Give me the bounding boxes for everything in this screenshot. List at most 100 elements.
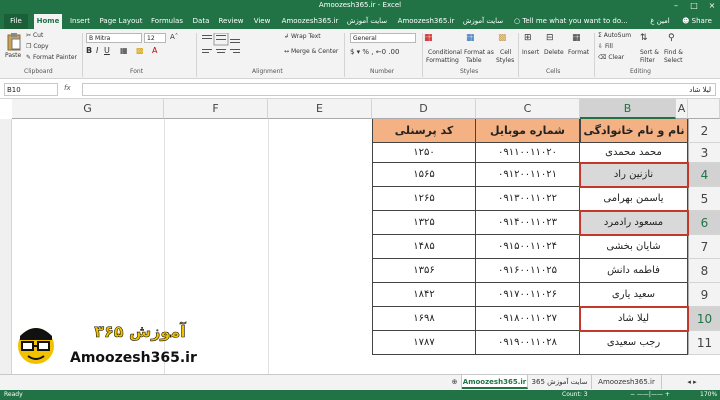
col-header-g[interactable]: G: [12, 99, 164, 119]
table-cell[interactable]: محمد محمدی: [580, 143, 688, 163]
borders-icon[interactable]: ▦: [120, 46, 128, 55]
cond-format-label-2[interactable]: Formatting: [426, 57, 459, 64]
table-cell[interactable]: رجب سعیدی: [580, 331, 688, 355]
table-cell[interactable]: یاسمن بهرامی: [580, 187, 688, 211]
cond-format-label-1[interactable]: Conditional: [428, 49, 462, 56]
tab-page-layout[interactable]: Page Layout: [98, 14, 144, 29]
table-cell[interactable]: ۱۷۸۷: [372, 331, 476, 355]
tab-formulas[interactable]: Formulas: [148, 14, 186, 29]
table-cell[interactable]: ۱۳۲۵: [372, 211, 476, 235]
wrap-text-button[interactable]: ↲ Wrap Text: [284, 33, 321, 40]
select-all-corner[interactable]: [688, 99, 720, 119]
tab-amoozesh-3[interactable]: Amoozesh365.ir: [396, 14, 456, 29]
table-cell[interactable]: ۱۲۵۰: [372, 143, 476, 163]
find-label-2[interactable]: Select: [664, 57, 683, 64]
format-cells-button[interactable]: Format: [568, 49, 589, 56]
tab-amoozesh-2[interactable]: سایت آموزش 365: [342, 14, 392, 40]
tab-amoozesh-4[interactable]: سایت آموزش 365: [458, 14, 508, 40]
col-header-e[interactable]: E: [268, 99, 372, 119]
maximize-icon[interactable]: □: [686, 0, 702, 12]
table-cell[interactable]: ۰۹۱۳۰۰۱۱۰۲۲: [476, 187, 580, 211]
row-header-8[interactable]: 8: [688, 259, 720, 283]
table-cell[interactable]: ۱۲۶۵: [372, 187, 476, 211]
clear-button[interactable]: ⌫ Clear: [598, 54, 624, 61]
tab-review[interactable]: Review: [216, 14, 246, 29]
cut-button[interactable]: ✂ Cut: [26, 32, 43, 39]
sheet-tab-2[interactable]: سایت آموزش 365: [528, 375, 592, 389]
table-cell[interactable]: ۰۹۱۶۰۰۱۱۰۲۵: [476, 259, 580, 283]
table-cell[interactable]: ۰۹۱۱۰۰۱۱۰۲۰: [476, 143, 580, 163]
formula-input[interactable]: لیلا شاد: [82, 83, 716, 96]
fill-button[interactable]: ⇩ Fill: [598, 43, 613, 50]
italic-icon[interactable]: I: [96, 46, 98, 55]
sheet-tab-3[interactable]: Amoozesh365.ir: [592, 375, 662, 389]
delete-cells-button[interactable]: Delete: [544, 49, 564, 56]
row-header-3[interactable]: 3: [688, 143, 720, 163]
tab-insert[interactable]: Insert: [66, 14, 94, 29]
table-cell[interactable]: ۱۴۸۵: [372, 235, 476, 259]
zoom-level[interactable]: 170%: [700, 391, 717, 398]
delete-cells-icon[interactable]: ⊟: [546, 33, 554, 43]
tab-view[interactable]: View: [250, 14, 274, 29]
insert-cells-button[interactable]: Insert: [522, 49, 539, 56]
left-scrollbar[interactable]: [0, 119, 12, 374]
row-header-2[interactable]: 2: [688, 119, 720, 143]
cell-styles-label-2[interactable]: Styles: [496, 57, 514, 64]
table-cell[interactable]: ۰۹۱۵۰۰۱۱۰۲۴: [476, 235, 580, 259]
col-header-a[interactable]: A: [676, 99, 688, 119]
table-cell[interactable]: فاطمه دانش: [580, 259, 688, 283]
fill-color-icon[interactable]: ▩: [136, 46, 144, 55]
row-header-9[interactable]: 9: [688, 283, 720, 307]
format-table-icon[interactable]: ▦: [466, 33, 475, 43]
zoom-slider[interactable]: − ——|—— +: [630, 391, 670, 398]
tab-home[interactable]: Home: [34, 14, 62, 29]
number-format-icons[interactable]: $ ▾ % , ←0 .00: [350, 48, 399, 56]
fx-icon[interactable]: fx: [64, 84, 71, 92]
table-cell[interactable]: ۰۹۱۴۰۰۱۱۰۲۳: [476, 211, 580, 235]
table-cell[interactable]: ۱۵۶۵: [372, 163, 476, 187]
col-header-c[interactable]: C: [476, 99, 580, 119]
sheet-nav-arrows[interactable]: ◂ ▸: [670, 375, 714, 389]
merge-center-button[interactable]: ↔ Merge & Center: [284, 48, 338, 55]
close-icon[interactable]: ×: [704, 0, 720, 12]
tab-data[interactable]: Data: [190, 14, 212, 29]
autosum-button[interactable]: Σ AutoSum: [598, 32, 631, 39]
font-name-select[interactable]: B Mitra: [86, 33, 142, 43]
row-header-6[interactable]: 6: [688, 211, 720, 235]
table-cell[interactable]: ۰۹۱۸۰۰۱۱۰۲۷: [476, 307, 580, 331]
row-header-11[interactable]: 11: [688, 331, 720, 355]
name-box[interactable]: B10: [4, 83, 58, 96]
col-header-d[interactable]: D: [372, 99, 476, 119]
sort-label-2[interactable]: Filter: [640, 57, 655, 64]
table-cell[interactable]: ۰۹۱۷۰۰۱۱۰۲۶: [476, 283, 580, 307]
minimize-icon[interactable]: –: [668, 0, 684, 12]
font-size-select[interactable]: 12: [144, 33, 166, 43]
row-header-7[interactable]: 7: [688, 235, 720, 259]
row-header-4[interactable]: 4: [688, 163, 720, 187]
insert-cells-icon[interactable]: ⊞: [524, 33, 532, 43]
table-cell[interactable]: ۱۸۴۲: [372, 283, 476, 307]
format-table-label-2[interactable]: Table: [466, 57, 482, 64]
paste-icon[interactable]: [6, 33, 22, 51]
grow-font-icon[interactable]: Aˆ: [170, 33, 178, 41]
tell-me-box[interactable]: ○ Tell me what you want to do...: [514, 14, 634, 29]
underline-icon[interactable]: U: [104, 46, 110, 55]
conditional-formatting-icon[interactable]: ▦: [424, 33, 433, 43]
table-cell[interactable]: ۱۶۹۸: [372, 307, 476, 331]
col-header-b[interactable]: B: [580, 99, 676, 119]
table-header-mobile[interactable]: شماره موبایل: [476, 119, 580, 143]
tab-file[interactable]: File: [4, 14, 28, 29]
bold-icon[interactable]: B: [86, 46, 92, 55]
row-header-5[interactable]: 5: [688, 187, 720, 211]
col-header-f[interactable]: F: [164, 99, 268, 119]
table-cell[interactable]: سعید یاری: [580, 283, 688, 307]
sort-label-1[interactable]: Sort &: [640, 49, 659, 56]
cell-styles-icon[interactable]: ▩: [498, 33, 507, 43]
sort-filter-icon[interactable]: ⇅: [640, 33, 648, 43]
user-name[interactable]: امین غ: [648, 14, 672, 29]
table-cell[interactable]: ۰۹۱۲۰۰۱۱۰۲۱: [476, 163, 580, 187]
alignment-icons[interactable]: [202, 33, 282, 63]
table-header-code[interactable]: کد پرسنلی: [372, 119, 476, 143]
table-cell[interactable]: ۱۳۵۶: [372, 259, 476, 283]
table-cell[interactable]: شایان بخشی: [580, 235, 688, 259]
